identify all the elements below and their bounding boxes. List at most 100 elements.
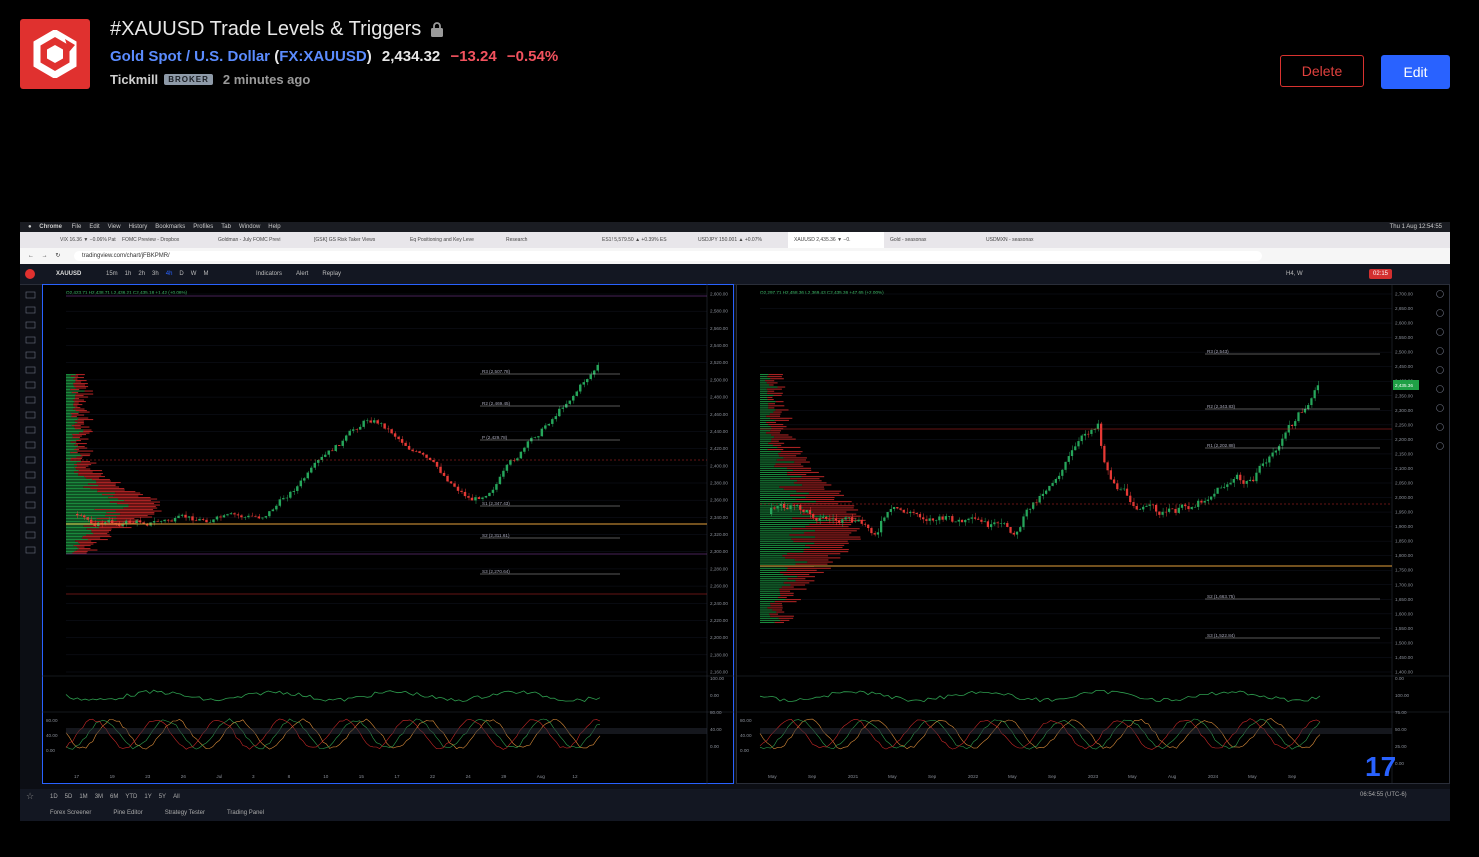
right-volume-profile-bar — [767, 399, 774, 401]
left-candle — [247, 515, 250, 518]
left-candle — [446, 475, 449, 482]
bottom-panel-tab[interactable]: Pine Editor — [113, 810, 142, 816]
delete-button[interactable]: Delete — [1280, 55, 1364, 87]
interval-button[interactable]: W — [191, 271, 197, 277]
left-volume-profile-bar — [79, 411, 90, 413]
right-candle — [999, 523, 1002, 524]
right-candle — [1103, 445, 1106, 463]
mac-menu-item[interactable]: Tab — [221, 224, 231, 230]
range-button[interactable]: 5D — [65, 794, 73, 800]
right-candle — [905, 512, 909, 514]
toolbar-button[interactable]: Indicators — [256, 271, 282, 277]
right-volume-profile-bar — [760, 549, 805, 551]
toolbar-button[interactable]: Alert — [296, 271, 308, 277]
right-candle — [1061, 469, 1064, 476]
browser-tab[interactable]: [GSK] GS Risk Taker Views — [308, 232, 404, 248]
browser-tab[interactable]: Goldman - July FOMC Previ — [212, 232, 308, 248]
right-candle — [1012, 532, 1015, 535]
range-button[interactable]: 3M — [95, 794, 103, 800]
left-candle — [519, 451, 523, 459]
reload-icon[interactable]: ↻ — [55, 253, 60, 259]
interval-button[interactable]: 1h — [125, 271, 132, 277]
range-button[interactable]: 1D — [50, 794, 58, 800]
apple-icon: ● — [28, 224, 32, 230]
range-button[interactable]: All — [173, 794, 180, 800]
mac-menu-item[interactable]: Bookmarks — [155, 224, 185, 230]
left-candle — [582, 382, 585, 385]
right-volume-profile-bar — [778, 453, 801, 455]
left-candle — [379, 423, 383, 425]
interval-button[interactable]: 2h — [138, 271, 145, 277]
left-volume-profile-bar — [66, 437, 73, 439]
mac-menu-item[interactable]: File — [72, 224, 82, 230]
left-candle — [275, 505, 278, 510]
star-icon[interactable]: ☆ — [26, 791, 34, 802]
drawing-tool-icon — [25, 531, 36, 539]
right-volume-profile-bar — [786, 569, 817, 571]
right-volume-profile-bar — [782, 555, 828, 557]
interval-button[interactable]: 4h — [166, 271, 173, 277]
mac-menu-item[interactable]: Profiles — [193, 224, 213, 230]
mac-menu-item[interactable]: Edit — [89, 224, 99, 230]
tv-symbol[interactable]: XAUUSD — [56, 264, 81, 284]
interval-button[interactable]: 3h — [152, 271, 159, 277]
browser-tab[interactable]: VIX 16.36 ▼ −0.06% Patrick — [20, 232, 116, 248]
browser-tab[interactable]: USDJPY 150.001 ▲ +0.07% — [692, 232, 788, 248]
edit-button[interactable]: Edit — [1381, 55, 1450, 89]
browser-tab[interactable]: FOMC Preview - Dropbox — [116, 232, 212, 248]
right-volume-profile-bar — [766, 432, 780, 434]
right-candle — [1219, 487, 1222, 489]
bottom-panel-tab[interactable]: Forex Screener — [50, 810, 91, 816]
right-volume-profile-bar — [760, 376, 768, 378]
broker-name-link[interactable]: Tickmill — [110, 72, 158, 87]
tv-charts-area[interactable]: O2,423.71 H2,438.71 L2,436.21 C2,435.18 … — [20, 284, 1450, 794]
mac-menu-item[interactable]: View — [108, 224, 121, 230]
left-volume-profile-bar — [71, 458, 83, 460]
right-volume-profile-bar — [793, 469, 812, 471]
hexagon-logo-icon — [33, 30, 77, 78]
mac-menu-item[interactable]: Window — [239, 224, 260, 230]
mac-menu-item[interactable]: History — [129, 224, 148, 230]
idea-author-logo[interactable] — [20, 19, 90, 89]
browser-tab[interactable]: Research — [500, 232, 596, 248]
left-volume-profile-bar — [75, 395, 84, 397]
url-field[interactable]: tradingview.com/chart/jFBKPMR/ — [74, 251, 1262, 261]
range-button[interactable]: 6M — [110, 794, 118, 800]
toolbar-button[interactable]: Replay — [322, 271, 341, 277]
interval-button[interactable]: 15m — [106, 271, 118, 277]
interval-button[interactable]: D — [179, 271, 183, 277]
left-candle — [222, 515, 226, 518]
left-volume-profile-bar — [66, 507, 124, 509]
forward-icon[interactable]: → — [42, 253, 48, 259]
left-price-tick: 2,480.00 — [710, 395, 728, 400]
left-volume-profile-bar — [120, 513, 155, 515]
tv-right-interval[interactable]: H4, W — [1286, 264, 1303, 284]
left-candle — [558, 408, 561, 417]
right-volume-profile-bar — [815, 530, 857, 532]
range-button[interactable]: 1Y — [144, 794, 151, 800]
symbol-code-link[interactable]: FX:XAUUSD — [279, 48, 367, 65]
interval-button[interactable]: M — [203, 271, 208, 277]
browser-tab[interactable]: Eq Positioning and Key Leve — [404, 232, 500, 248]
right-volume-profile-bar — [760, 382, 767, 384]
browser-tab[interactable]: USDMXN - seasonax — [980, 232, 1076, 248]
chart-screenshot[interactable]: ● Chrome File Edit View History Bookmarks Pro… — [20, 222, 1450, 821]
right-candle — [1135, 505, 1138, 510]
right-volume-profile-bar — [760, 409, 776, 411]
bottom-panel-tab[interactable]: Trading Panel — [227, 810, 264, 816]
range-button[interactable]: 5Y — [159, 794, 166, 800]
left-volume-profile-bar — [92, 479, 110, 481]
browser-tab[interactable]: Gold - seasonax — [884, 232, 980, 248]
right-volume-profile-bar — [760, 494, 791, 496]
symbol-name-link[interactable]: Gold Spot / U.S. Dollar — [110, 48, 270, 65]
range-button[interactable]: 1M — [79, 794, 87, 800]
browser-tab[interactable]: XAUUSD 2,435.36 ▼ −0. — [788, 232, 884, 248]
left-volume-profile-bar — [66, 402, 74, 404]
mac-menu-item[interactable]: Help — [268, 224, 280, 230]
right-volume-profile-bar — [787, 474, 807, 476]
left-candle — [208, 522, 212, 523]
bottom-panel-tab[interactable]: Strategy Tester — [165, 810, 205, 816]
back-icon[interactable]: ← — [28, 253, 34, 259]
range-button[interactable]: YTD — [125, 794, 137, 800]
browser-tab[interactable]: ES1! 5,579.50 ▲ +0.39% ES — [596, 232, 692, 248]
